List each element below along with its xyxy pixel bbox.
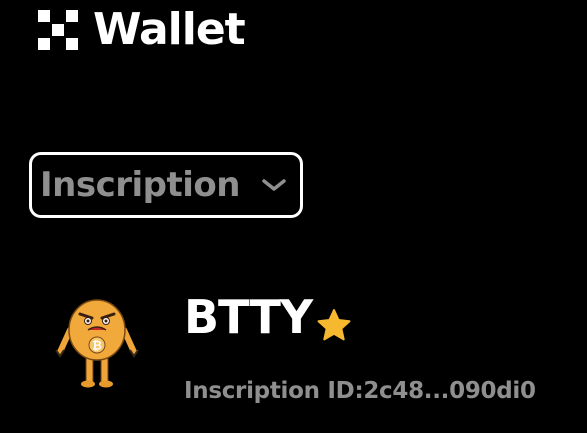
app-header: Wallet [38, 4, 246, 56]
chevron-down-icon [262, 179, 286, 191]
svg-text:₿: ₿ [92, 339, 102, 353]
bitcoin-mascot-avatar: ₿ [55, 299, 139, 388]
asset-name: BTTY [184, 290, 313, 344]
star-icon [317, 309, 351, 341]
asset-list-item[interactable]: ₿ BTTY Inscription ID:2c48...090di0 [50, 290, 570, 430]
app-title: Wallet [93, 4, 246, 55]
inscription-filter-dropdown[interactable]: Inscription [29, 152, 303, 218]
dropdown-selected-label: Inscription [40, 165, 240, 205]
inscription-id: Inscription ID:2c48...090di0 [184, 378, 536, 404]
okx-logo-icon [38, 10, 78, 50]
